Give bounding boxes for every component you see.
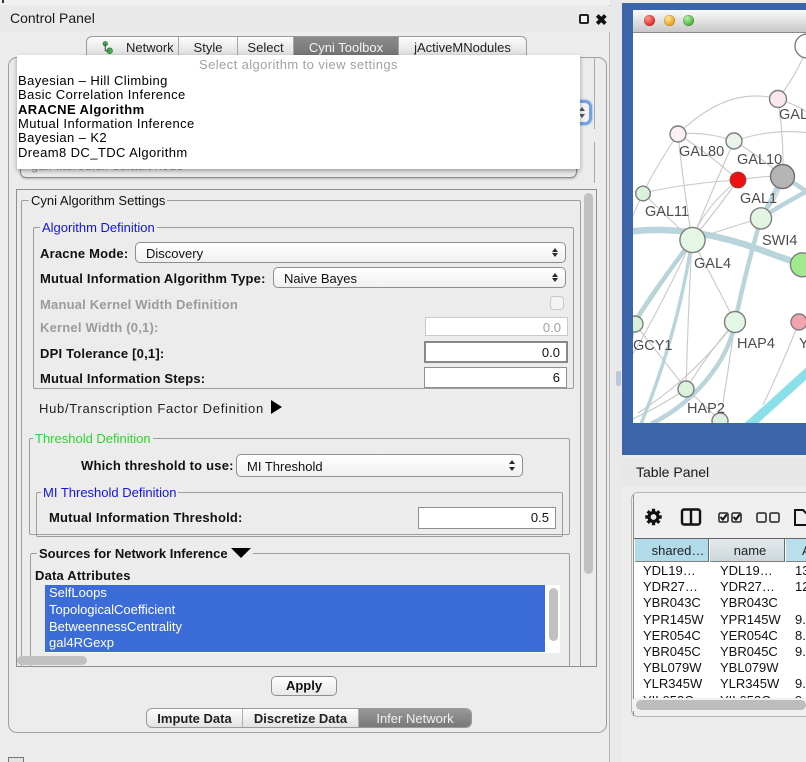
svg-text:GAL2: GAL2 (779, 107, 806, 123)
svg-text:GAL1: GAL1 (740, 191, 777, 207)
svg-text:HAP2: HAP2 (687, 401, 725, 417)
svg-text:HAP4: HAP4 (737, 336, 775, 352)
svg-text:SWI4: SWI4 (762, 233, 797, 249)
svg-text:GAL11: GAL11 (645, 204, 689, 220)
svg-text:GCY1: GCY1 (633, 338, 673, 354)
svg-text:GAL4: GAL4 (694, 256, 731, 272)
svg-text:GAL80: GAL80 (679, 144, 724, 160)
svg-text:GAL10: GAL10 (737, 152, 782, 168)
svg-text:Y: Y (799, 336, 806, 352)
